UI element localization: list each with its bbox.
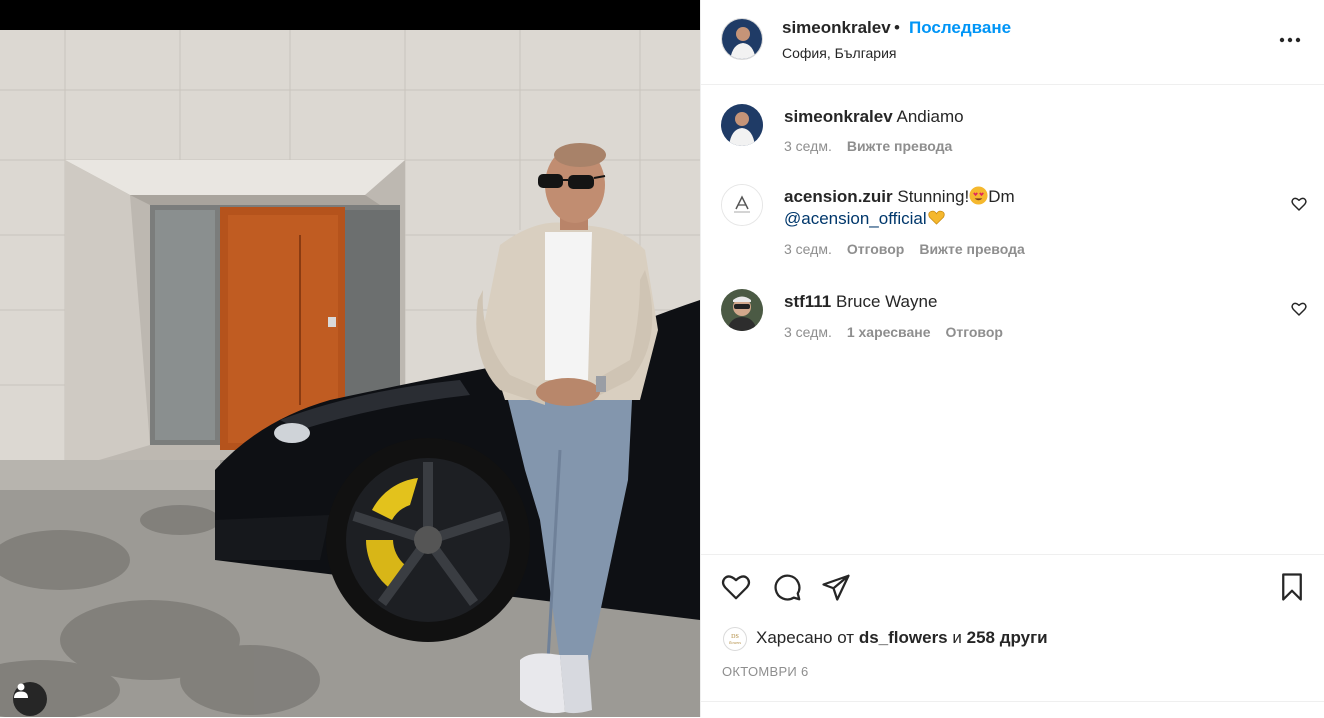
commenter-avatar[interactable] <box>721 184 763 226</box>
comment-text: acension.zuir Stunning! Dm @acension_offi… <box>784 186 1264 230</box>
reply-button[interactable]: Отговор <box>945 324 1002 340</box>
reply-button[interactable]: Отговор <box>847 241 904 257</box>
comment-body: Bruce Wayne <box>836 292 938 311</box>
comment-text: stf111 Bruce Wayne <box>784 291 1264 313</box>
yellow-heart-emoji-icon <box>928 210 945 225</box>
paper-plane-icon[interactable] <box>821 572 851 602</box>
author-username[interactable]: simeonkralev <box>782 18 891 38</box>
comment-body-continued: Dm <box>988 187 1015 206</box>
comment-likes-count[interactable]: 1 харесване <box>847 324 931 340</box>
commenter-avatar[interactable] <box>721 289 763 331</box>
more-horizontal-icon[interactable] <box>1277 26 1303 52</box>
heart-eyes-emoji-icon <box>969 186 988 205</box>
comment-like-heart-icon[interactable] <box>1291 196 1307 212</box>
comment-username[interactable]: stf111 <box>784 292 831 311</box>
comment-time[interactable]: 3 седм. <box>784 138 832 154</box>
user-tag-glyph <box>14 683 28 698</box>
comment-body: Stunning! <box>897 187 970 206</box>
comment-meta: 3 седм. 1 харесване Отговор <box>784 324 1003 340</box>
likes-summary: Харесано от ds_flowers и 258 други <box>756 628 1048 648</box>
separator-dot: • <box>894 18 900 37</box>
author-avatar[interactable] <box>721 104 763 146</box>
likes-others-count[interactable]: 258 други <box>967 628 1048 647</box>
svg-text:flowers: flowers <box>729 640 741 645</box>
comment-meta: 3 седм. Отговор Вижте превода <box>784 241 1025 257</box>
comment-meta: 3 седм. Вижте превода <box>784 138 952 154</box>
see-translation-button[interactable]: Вижте превода <box>847 138 952 154</box>
post-actions-section: DS flowers Харесано от ds_flowers и 258 … <box>701 554 1324 718</box>
comment-body: Andiamo <box>896 107 964 126</box>
likes-conjunction: и <box>952 628 962 647</box>
see-translation-button[interactable]: Вижте превода <box>919 241 1024 257</box>
mention-link[interactable]: @acension_official <box>784 209 927 228</box>
follow-button[interactable]: Последване <box>909 18 1011 38</box>
post-header: simeonkralev • Последване София, Българи… <box>701 0 1324 85</box>
comment-text: simeonkralev Andiamo <box>784 106 1264 128</box>
comment-time[interactable]: 3 седм. <box>784 324 832 340</box>
author-avatar[interactable] <box>721 18 763 60</box>
heart-icon[interactable] <box>721 572 751 602</box>
post-image <box>0 0 700 717</box>
liker-username[interactable]: ds_flowers <box>859 628 948 647</box>
post-date[interactable]: ОКТОМВРИ 6 <box>722 664 809 679</box>
liker-avatar[interactable]: DS flowers <box>723 627 747 651</box>
comment-like-heart-icon[interactable] <box>1291 301 1307 317</box>
likes-prefix: Харесано от <box>756 628 855 647</box>
post-details-panel: simeonkralev • Последване София, Българи… <box>700 0 1324 717</box>
post-location[interactable]: София, България <box>782 45 896 61</box>
comment-bubble-icon[interactable] <box>772 572 802 602</box>
comment-time[interactable]: 3 седм. <box>784 241 832 257</box>
comment-username[interactable]: acension.zuir <box>784 187 893 206</box>
divider <box>701 701 1324 702</box>
comment-username[interactable]: simeonkralev <box>784 107 893 126</box>
user-tag-icon[interactable] <box>13 682 47 716</box>
post-photo[interactable] <box>0 0 700 717</box>
bookmark-icon[interactable] <box>1277 572 1307 602</box>
